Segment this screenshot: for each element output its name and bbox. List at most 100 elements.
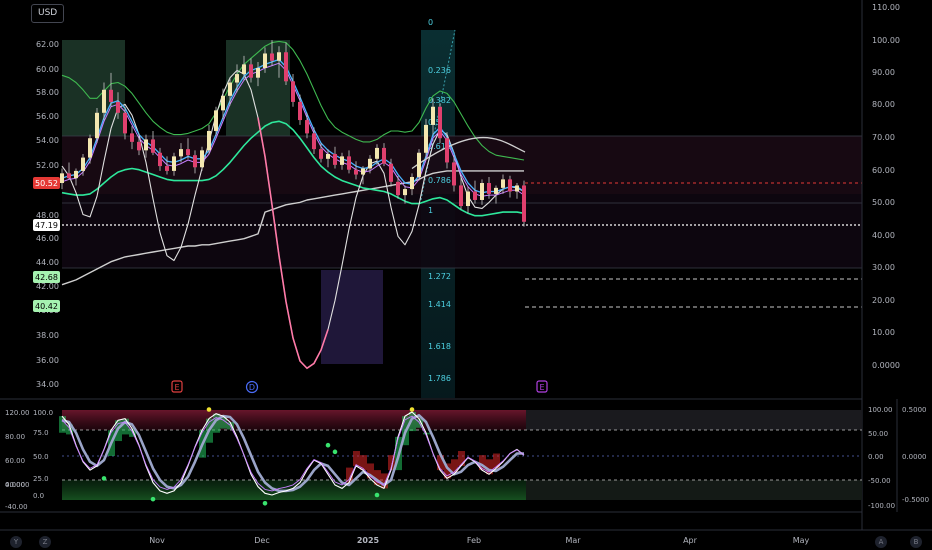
candle-body-down: [116, 101, 120, 113]
oscillator-right-tick: 50.00: [868, 430, 888, 438]
time-axis-tick: 2025: [357, 536, 380, 545]
candle-body-up: [179, 149, 183, 157]
oscillator-right-tick: 100.00: [868, 406, 893, 414]
candle-body-down: [151, 139, 155, 153]
left-axis-tick: 56.00: [36, 112, 59, 121]
candle-body-up: [207, 130, 211, 151]
oscillator-left-tick: 60.00: [5, 457, 25, 465]
candle-body-up: [375, 147, 379, 159]
candle: [207, 124, 211, 154]
candle-body-down: [298, 101, 302, 121]
candle-body-down: [291, 81, 295, 102]
candle-body-down: [165, 166, 169, 171]
candle-body-down: [109, 89, 113, 102]
oscillator-signal-dot: [409, 407, 415, 412]
fib-level-label: 1.414: [428, 300, 451, 309]
time-axis-tick: Dec: [254, 536, 269, 545]
candle-body-up: [144, 139, 148, 151]
candle-body-up: [501, 179, 505, 188]
left-axis-tick: 34.00: [36, 380, 59, 389]
right-axis-tick: 110.00: [872, 3, 900, 12]
bottom-button-b[interactable]: B: [910, 536, 922, 548]
candle-body-up: [242, 64, 246, 75]
candle-body-up: [466, 191, 470, 207]
candle-body-down: [130, 133, 134, 142]
time-axis-tick: Mar: [565, 536, 581, 545]
candle-body-down: [312, 133, 316, 150]
candle-body-up: [172, 156, 176, 171]
candle-body-down: [354, 169, 358, 175]
candle-body-down: [305, 120, 309, 134]
oscillator-signal-dot: [325, 442, 331, 448]
candle: [522, 180, 526, 227]
candle-body-down: [123, 112, 127, 134]
candle-body-up: [263, 53, 267, 69]
candle-body-up: [256, 68, 260, 78]
candle-body-up: [417, 152, 421, 177]
left-axis-tick: 58.00: [36, 88, 59, 97]
price-tag: 42.68: [33, 271, 60, 283]
oscillator-signal-dot: [101, 476, 107, 481]
overbought-zone: [62, 410, 526, 430]
highlight-zone-left: [62, 40, 125, 136]
right-axis-tick: 100.00: [872, 36, 900, 45]
candle-body-up: [277, 52, 281, 61]
oscillator-left-tick: 25.0: [33, 475, 49, 483]
projection-zone-top: [526, 410, 862, 430]
candle-body-down: [249, 64, 253, 78]
candle-body-down: [445, 138, 449, 163]
price-tag-text: 40.42: [35, 302, 58, 311]
oscillator-left-tick: -40.00: [5, 503, 28, 511]
right-axis-tick: 0.0000: [872, 361, 900, 370]
right-axis-tick: 90.00: [872, 68, 895, 77]
oscillator-left-tick: 120.00: [5, 409, 30, 417]
candle-body-down: [508, 179, 512, 192]
oscillator-left-tick: 0.0000: [5, 481, 30, 489]
left-axis-tick: 46.00: [36, 234, 59, 243]
left-axis-tick: 54.00: [36, 136, 59, 145]
event-marker: E: [536, 380, 548, 393]
candle-body-down: [487, 183, 491, 194]
time-axis-tick: May: [793, 536, 810, 545]
price-tag-text: 42.68: [35, 273, 58, 282]
bottom-button-a[interactable]: A: [875, 536, 887, 548]
candle-body-down: [522, 185, 526, 222]
price-tag: 47.19: [33, 219, 60, 231]
projection-zone-bottom: [526, 480, 862, 500]
oscillator-left-tick: 75.0: [33, 429, 49, 437]
candle-body-down: [137, 141, 141, 151]
candle: [95, 107, 99, 144]
right-axis-tick: 20.00: [872, 296, 895, 305]
price-tag-text: 47.19: [35, 221, 58, 230]
candle-body-down: [452, 162, 456, 186]
fib-level-label: 1.786: [428, 374, 451, 383]
right-axis-tick: 60.00: [872, 166, 895, 175]
fib-level-label: 0: [428, 18, 433, 27]
cycle-low-zone: [321, 270, 383, 364]
event-marker-label: E: [539, 383, 544, 392]
right-axis-tick: 30.00: [872, 263, 895, 272]
left-axis-tick: 44.00: [36, 258, 59, 267]
time-axis-tick: Feb: [467, 536, 481, 545]
left-axis-tick: 60.00: [36, 65, 59, 74]
candle-body-up: [494, 187, 498, 194]
candle-body-down: [459, 185, 463, 207]
candle-body-up: [88, 138, 92, 158]
time-axis-tick: Apr: [683, 536, 698, 545]
bottom-button-z[interactable]: Z: [39, 536, 51, 548]
left-axis-tick: 38.00: [36, 331, 59, 340]
osc-strength-bar: [59, 416, 66, 433]
candle: [151, 130, 155, 156]
chart-canvas: 00.2360.3820.50.6180.78611.2721.4141.618…: [0, 0, 932, 545]
candle-body-up: [361, 168, 365, 175]
oscillator-signal-dot: [150, 496, 156, 502]
right-axis-tick: 50.00: [872, 198, 895, 207]
candle-body-down: [382, 147, 386, 164]
price-tag: 50.52: [33, 177, 60, 189]
oscillator-signal-dot: [374, 492, 380, 498]
osc-weakness-bar: [353, 451, 360, 466]
right-axis-tick: 80.00: [872, 100, 895, 109]
oscillator-left-tick: 100.0: [33, 409, 53, 417]
bottom-button-y[interactable]: Y: [10, 536, 22, 548]
left-axis-tick: 36.00: [36, 356, 59, 365]
